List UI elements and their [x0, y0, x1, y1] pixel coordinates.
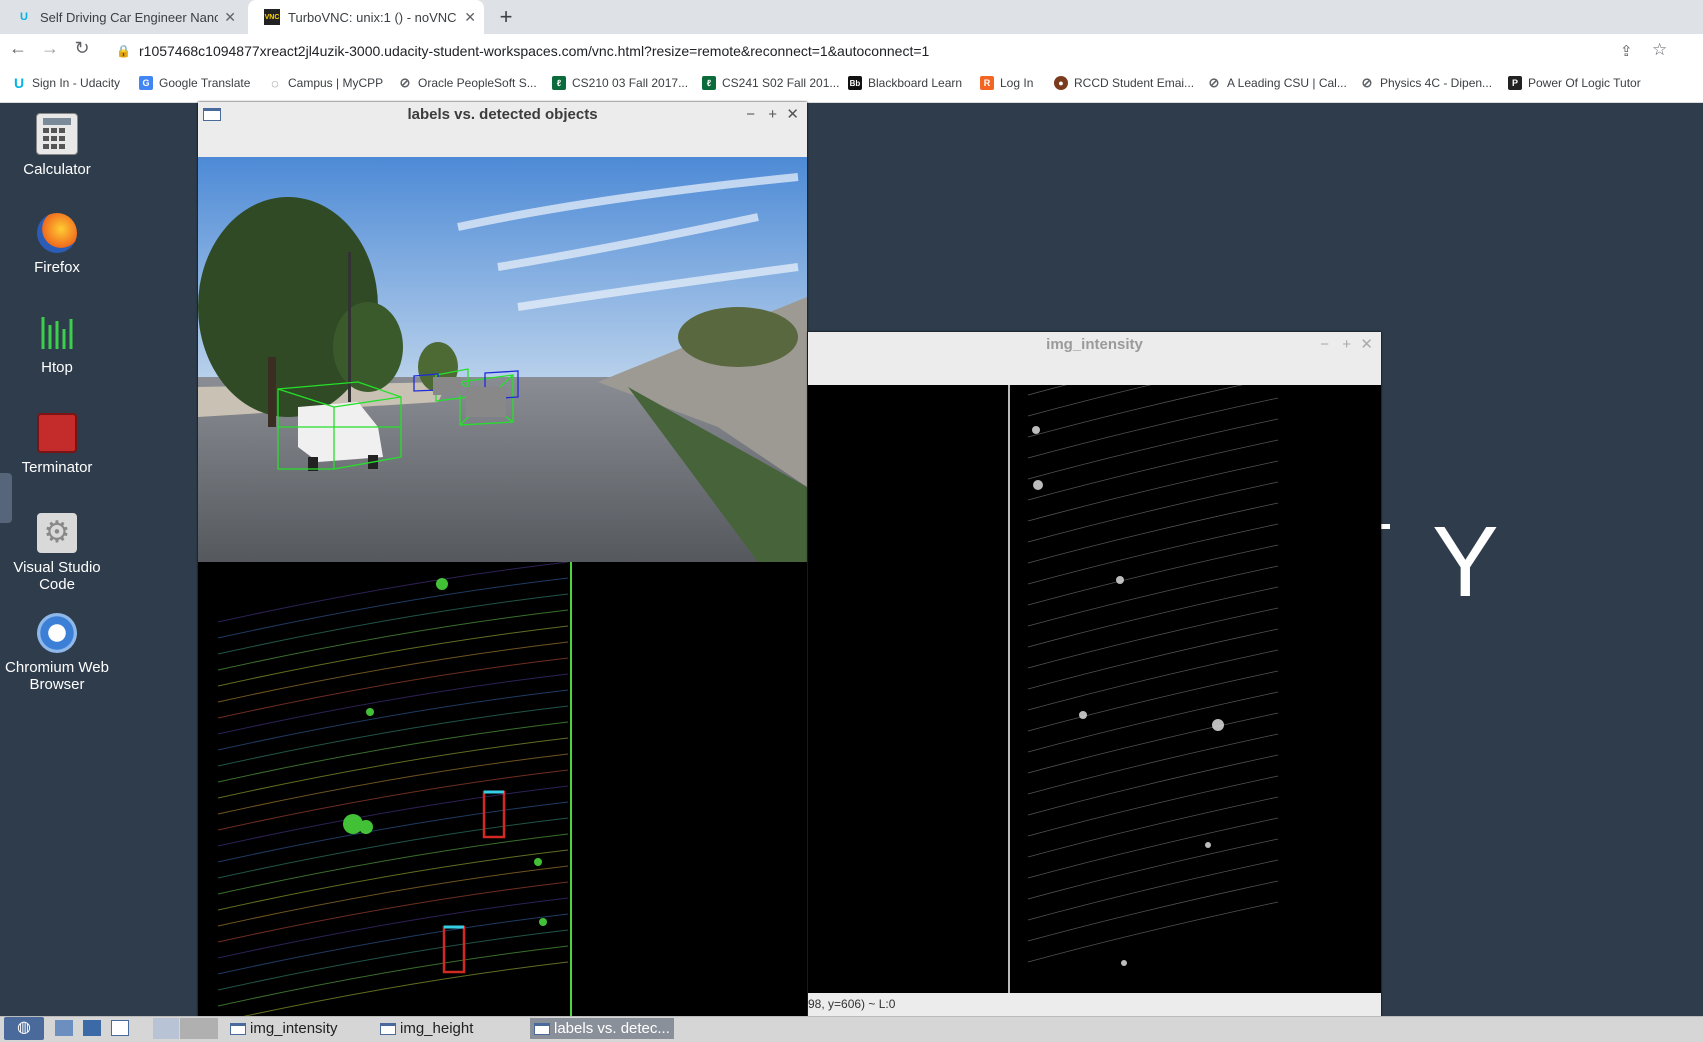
star-icon[interactable]: ☆ [1652, 40, 1667, 60]
window-img-intensity[interactable]: img_intensity − + ✕ 98, y=606) ~ L:0 [808, 332, 1381, 1016]
desktop-icon-label: Htop [41, 359, 73, 376]
vnc-icon: VNC [264, 9, 280, 25]
bookmark-item[interactable]: G Google Translate [139, 76, 250, 90]
chromium-icon [37, 613, 77, 653]
bookmark-item[interactable]: Bb Blackboard Learn [848, 76, 962, 90]
start-menu-icon[interactable]: ◍ [4, 1017, 44, 1040]
globe-icon: ⊘ [1361, 75, 1373, 90]
status-bar: 98, y=606) ~ L:0 [808, 993, 1381, 1016]
bookmark-item[interactable]: ● RCCD Student Emai... [1054, 76, 1194, 90]
lidar-intensity-image [808, 385, 1381, 993]
workspace-2[interactable] [180, 1018, 218, 1039]
monitor-icon[interactable] [83, 1020, 101, 1036]
workspace-1[interactable] [153, 1018, 179, 1039]
bookmark-item[interactable]: ℓ CS241 S02 Fall 201... [702, 76, 839, 90]
logic-icon: P [1508, 76, 1522, 90]
desktop-icon-firefox[interactable]: Firefox [2, 213, 112, 276]
taskbar-item-img-height[interactable]: img_height [380, 1018, 473, 1039]
globe-icon: ◌ [271, 75, 279, 91]
rccd-icon: ● [1054, 76, 1068, 90]
file-manager-icon[interactable] [55, 1020, 73, 1036]
bookmark-item[interactable]: ⊘ A Leading CSU | Cal... [1207, 75, 1347, 90]
reload-icon[interactable]: ↻ [70, 38, 94, 59]
leaf-icon: ℓ [702, 76, 716, 90]
camera-image [198, 157, 807, 562]
bookmark-item[interactable]: ⊘ Oracle PeopleSoft S... [398, 75, 537, 90]
r-icon: R [980, 76, 994, 90]
window-icon [380, 1022, 396, 1035]
close-icon[interactable]: ✕ [1360, 332, 1373, 357]
firefox-icon [37, 213, 77, 253]
window-icon [534, 1022, 550, 1035]
bookmark-item[interactable]: P Power Of Logic Tutor [1508, 76, 1641, 90]
udacity-icon: U [13, 75, 25, 91]
bookmark-item[interactable]: ⊘ Physics 4C - Dipen... [1360, 75, 1493, 90]
window-title: img_intensity [1046, 336, 1143, 353]
minimize-icon[interactable]: − [746, 102, 755, 127]
window-toolbar [198, 127, 807, 157]
window-title: labels vs. detected objects [407, 106, 598, 123]
bookmark-item[interactable]: ℓ CS210 03 Fall 2017... [552, 76, 688, 90]
lidar-birds-eye-image [198, 562, 807, 1016]
tab-turbovnc[interactable]: VNC TurboVNC: unix:1 () - noVNC ✕ [248, 0, 484, 34]
window-toolbar [808, 357, 1381, 385]
desktop-background-text: Y [1432, 506, 1499, 618]
close-icon[interactable]: ✕ [224, 9, 236, 26]
desktop-icon-calculator[interactable]: Calculator [2, 113, 112, 178]
globe-icon: ⊘ [1208, 75, 1220, 90]
desktop-icon-label: Chromium Web Browser [5, 659, 109, 693]
translate-icon: G [139, 76, 153, 90]
desktop-icon-chromium[interactable]: Chromium Web Browser [2, 613, 112, 693]
tab-label: Self Driving Car Engineer Nanode [40, 9, 218, 25]
desktop-icon-label: Terminator [21, 459, 93, 476]
blackboard-icon: Bb [848, 76, 862, 90]
calculator-icon [36, 113, 78, 155]
share-icon[interactable]: ⇪ [1620, 42, 1633, 60]
forward-icon[interactable]: → [38, 38, 62, 59]
window-titlebar[interactable]: labels vs. detected objects − + ✕ [198, 102, 807, 127]
status-text: 98, y=606) ~ L:0 [808, 997, 896, 1011]
taskbar-item-img-intensity[interactable]: img_intensity [230, 1018, 338, 1039]
minimize-icon[interactable]: − [1320, 332, 1329, 357]
tab-udacity[interactable]: U Self Driving Car Engineer Nanode ✕ [0, 0, 244, 34]
close-icon[interactable]: ✕ [464, 9, 476, 26]
back-icon[interactable]: ← [6, 38, 30, 59]
tab-label: TurboVNC: unix:1 () - noVNC [288, 9, 457, 25]
udacity-icon: U [20, 11, 28, 23]
globe-icon: ⊘ [399, 75, 411, 90]
maximize-icon[interactable]: + [768, 102, 777, 127]
leaf-icon: ℓ [552, 76, 566, 90]
window-list-icon[interactable] [111, 1020, 129, 1036]
bookmark-item[interactable]: U Sign In - Udacity [12, 75, 120, 91]
new-tab-button[interactable]: + [494, 4, 518, 30]
window-labels-vs-detected[interactable]: labels vs. detected objects − + ✕ [198, 102, 807, 1016]
terminator-icon [37, 413, 77, 453]
maximize-icon[interactable]: + [1342, 332, 1351, 357]
window-icon [230, 1022, 246, 1035]
desktop-icon-label: Visual Studio Code [13, 559, 101, 593]
window-menu-icon[interactable] [203, 108, 221, 121]
taskbar-item-labels-vs-detected[interactable]: labels vs. detec... [530, 1018, 674, 1039]
desktop-icon-label: Calculator [23, 161, 91, 178]
gear-icon: ⚙ [37, 513, 77, 553]
desktop-icon-terminator[interactable]: Terminator [2, 413, 112, 476]
address-bar[interactable]: r1057468c1094877xreact2jl4uzik-3000.udac… [139, 43, 929, 59]
lock-icon[interactable]: 🔒 [116, 44, 131, 58]
htop-icon [37, 313, 77, 353]
desktop-icon-vscode[interactable]: ⚙ Visual Studio Code [2, 513, 112, 593]
bookmark-item[interactable]: R Log In [980, 76, 1033, 90]
desktop-icon-htop[interactable]: Htop [2, 313, 112, 376]
bookmark-item[interactable]: ◌ Campus | MyCPP [268, 75, 383, 91]
close-icon[interactable]: ✕ [786, 102, 799, 127]
window-titlebar[interactable]: img_intensity − + ✕ [808, 332, 1381, 357]
desktop-icon-label: Firefox [34, 259, 80, 276]
